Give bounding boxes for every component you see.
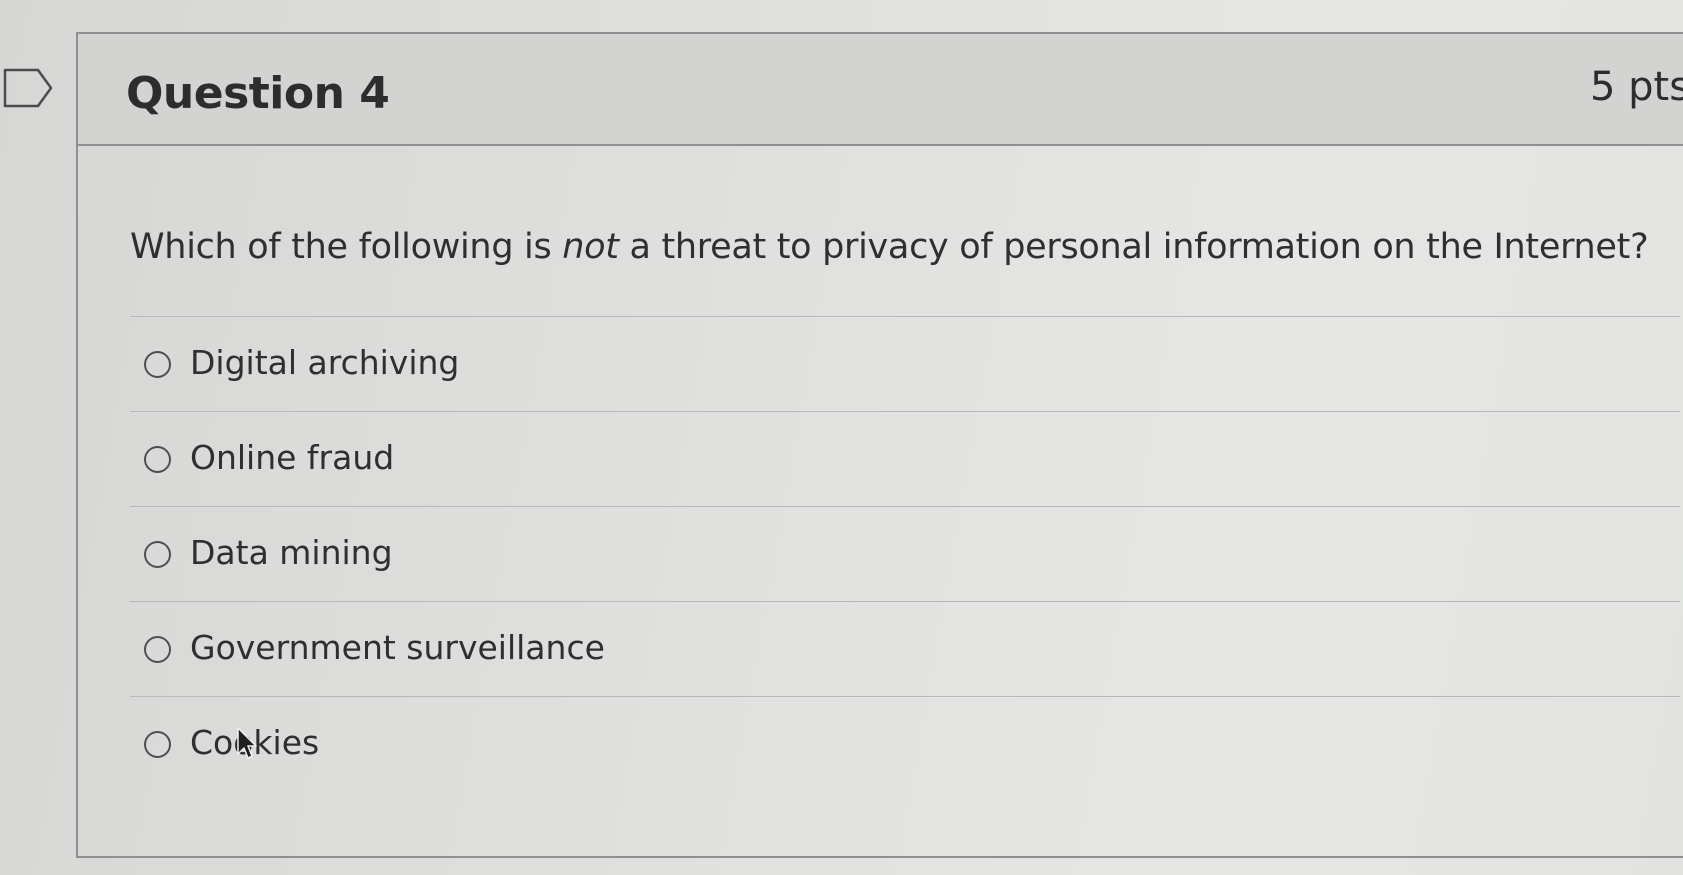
answer-list: Digital archiving Online fraud Data mini… <box>130 316 1680 791</box>
radio-button[interactable] <box>144 731 171 758</box>
radio-button[interactable] <box>144 446 171 473</box>
question-prompt: Which of the following is not a threat t… <box>130 227 1649 267</box>
answer-option[interactable]: Online fraud <box>130 412 1680 507</box>
question-card: Question 4 5 pts Which of the following … <box>76 32 1683 858</box>
answer-label[interactable]: Government surveillance <box>190 628 605 667</box>
question-text-emphasis: not <box>562 227 619 267</box>
quiz-page: Question 4 5 pts Which of the following … <box>0 0 1683 875</box>
flag-question-icon[interactable] <box>2 66 54 110</box>
question-text-before: Which of the following is <box>130 227 563 267</box>
radio-button[interactable] <box>144 541 171 568</box>
answer-option[interactable]: Government surveillance <box>130 602 1680 697</box>
question-points: 5 pts <box>1590 64 1683 110</box>
answer-option[interactable]: Digital archiving <box>130 317 1680 412</box>
answer-label[interactable]: Data mining <box>190 533 393 572</box>
question-title: Question 4 <box>126 68 390 119</box>
answer-label[interactable]: Digital archiving <box>190 343 459 382</box>
radio-button[interactable] <box>144 636 171 663</box>
answer-option[interactable]: Cookies <box>130 697 1680 791</box>
answer-label[interactable]: Online fraud <box>190 438 394 477</box>
radio-button[interactable] <box>144 351 171 378</box>
mouse-pointer-icon <box>237 727 257 759</box>
question-text-after: a threat to privacy of personal informat… <box>618 227 1649 267</box>
question-header: Question 4 5 pts <box>78 34 1683 146</box>
answer-option[interactable]: Data mining <box>130 507 1680 602</box>
